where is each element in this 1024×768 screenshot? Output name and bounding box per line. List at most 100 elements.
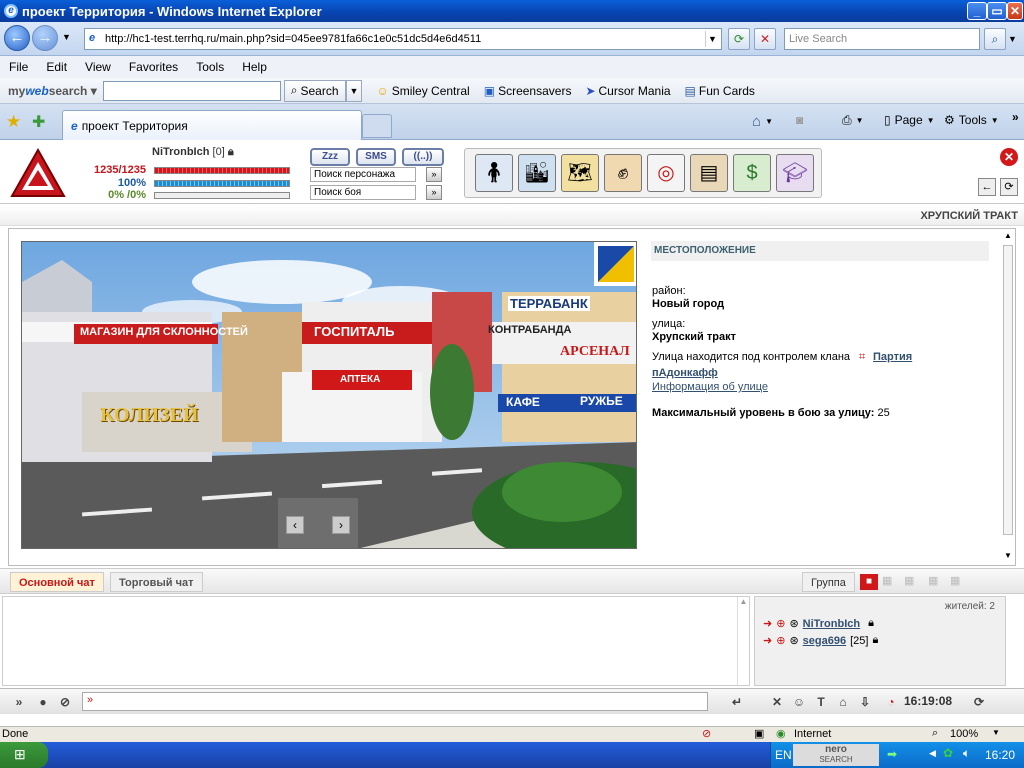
character-icon[interactable]: 🧍︎ xyxy=(475,154,513,192)
target-icon[interactable]: ◎ xyxy=(647,154,685,192)
info-icon[interactable]: ⊕ xyxy=(776,617,785,630)
back-arrow-icon[interactable]: ← xyxy=(978,178,996,196)
battle-search-go-button[interactable]: » xyxy=(426,185,442,200)
language-indicator[interactable]: EN xyxy=(775,748,792,762)
volume-icon[interactable]: 🔈︎ xyxy=(963,746,970,761)
fun-cards-button[interactable]: ▤ Fun Cards xyxy=(685,84,755,98)
menu-favorites[interactable]: Favorites xyxy=(120,60,187,74)
sms-button[interactable]: SMS xyxy=(356,148,396,166)
close-window-button[interactable]: ✕ xyxy=(1007,2,1023,20)
search-go-icon[interactable]: ⌕ xyxy=(984,28,1006,50)
sign-cafe[interactable]: КАФЕ xyxy=(506,395,540,409)
menu-tools[interactable]: Tools xyxy=(187,60,233,74)
clock[interactable]: 16:20 xyxy=(985,748,1015,762)
tools-menu-button[interactable]: ⚙ Tools ▼ xyxy=(944,113,999,127)
fist-icon[interactable]: ✊︎ xyxy=(604,154,642,192)
send-icon[interactable]: ↵ xyxy=(728,693,746,711)
location-scrollbar[interactable]: ▲ ▼ xyxy=(1002,231,1014,563)
start-button[interactable]: ⊞ xyxy=(0,742,48,768)
chat-bubble-icon[interactable]: ■ xyxy=(860,574,878,590)
menu-view[interactable]: View xyxy=(76,60,120,74)
person-search-input[interactable]: Поиск персонажа xyxy=(310,167,416,182)
toolbar-search-input[interactable] xyxy=(102,80,281,101)
back-button[interactable]: ← xyxy=(4,25,30,51)
forward-button[interactable]: → xyxy=(32,25,58,51)
smiley-central-button[interactable]: ☺ Smiley Central xyxy=(376,84,469,98)
sign-shop[interactable]: МАГАЗИН ДЛЯ СКЛОННОСТЕЙ xyxy=(80,326,248,338)
chat-message-input[interactable]: » xyxy=(82,692,708,711)
sign-hospital[interactable]: ГОСПИТАЛЬ xyxy=(314,324,395,339)
map-icon[interactable]: 🗺︎ xyxy=(561,154,599,192)
address-input[interactable]: e http://hc1-test.terrhq.ru/main.php?sid… xyxy=(84,28,722,50)
home-button[interactable]: ⌂ ▼ xyxy=(752,113,773,130)
clear-icon[interactable]: ⊘ xyxy=(56,693,74,711)
screensavers-button[interactable]: ▣ Screensavers xyxy=(484,84,572,98)
menu-edit[interactable]: Edit xyxy=(37,60,76,74)
menu-help[interactable]: Help xyxy=(233,60,276,74)
city-icon[interactable]: 🏙︎ xyxy=(518,154,556,192)
street-scene-image[interactable]: МАГАЗИН ДЛЯ СКЛОННОСТЕЙ КОЛИЗЕЙ ГОСПИТАЛ… xyxy=(21,241,637,549)
academy-icon[interactable]: 🎓︎ xyxy=(776,154,814,192)
minimize-button[interactable]: _ xyxy=(967,2,987,20)
close-chat-icon[interactable]: ✕ xyxy=(768,693,786,711)
chat-messages[interactable]: ▲ xyxy=(2,596,750,686)
print-button[interactable]: ⎙ ▼ xyxy=(842,113,864,128)
sign-contraband[interactable]: КОНТРАБАНДА xyxy=(488,324,571,336)
exit-icon[interactable]: ✕ xyxy=(1000,148,1018,166)
page-menu-button[interactable]: ▯ Page ▼ xyxy=(884,113,935,127)
save-chat-icon[interactable]: ⇩ xyxy=(856,693,874,711)
toolbar-overflow-icon[interactable]: » xyxy=(1012,110,1019,124)
search-options-icon[interactable]: ▼ xyxy=(1008,34,1017,44)
translit-icon[interactable]: T xyxy=(812,693,830,711)
new-tab-button[interactable] xyxy=(362,114,392,138)
private-msg-icon[interactable]: ➜ xyxy=(763,617,772,630)
favorites-star-icon[interactable]: ★ xyxy=(6,112,21,132)
tray-arrow-icon[interactable]: ➡ xyxy=(887,747,897,761)
tab-trade-chat[interactable]: Торговый чат xyxy=(110,572,203,592)
scene-next-icon[interactable]: › xyxy=(332,516,350,534)
info-icon[interactable]: ⊕ xyxy=(776,634,785,647)
maximize-button[interactable]: ▭ xyxy=(987,2,1007,20)
player-name[interactable]: NiTronbIch [0] 🔒︎ xyxy=(152,146,234,159)
user-icon[interactable]: ● xyxy=(34,693,52,711)
address-dropdown-icon[interactable]: ▼ xyxy=(705,31,719,47)
reload-icon[interactable]: ⟳ xyxy=(1000,178,1018,196)
user-name[interactable]: NiTronbIch xyxy=(803,618,860,630)
refresh-button[interactable]: ⟳ xyxy=(728,28,750,50)
tab-proekt-territoriya[interactable]: e проект Территория xyxy=(62,110,362,140)
clan-link[interactable]: Партия xyxy=(873,351,912,363)
group-button[interactable]: ((..)) xyxy=(402,148,444,166)
live-search-input[interactable]: Live Search xyxy=(784,28,980,50)
smile-icon[interactable]: ☺ xyxy=(790,693,808,711)
toolbar-search-dropdown-icon[interactable]: ▼ xyxy=(345,79,363,102)
filter-icon-2[interactable]: ▦ xyxy=(904,574,914,587)
zoom-level[interactable]: 100% xyxy=(950,728,978,740)
filter-icon-1[interactable]: ▦ xyxy=(882,574,892,587)
sign-koliseum[interactable]: КОЛИЗЕЙ xyxy=(100,404,198,427)
street-info-link[interactable]: Информация об улице xyxy=(652,381,768,393)
private-msg-icon[interactable]: ➜ xyxy=(763,634,772,647)
tray-app-icon[interactable]: ✿ xyxy=(943,746,953,760)
stop-button[interactable]: ✕ xyxy=(754,28,776,50)
sign-pharmacy[interactable]: АПТЕКА xyxy=(340,374,380,385)
zoom-dropdown-icon[interactable]: ▼ xyxy=(992,728,1000,737)
history-dropdown-icon[interactable]: ▼ xyxy=(62,32,71,42)
forward-icon[interactable]: » xyxy=(10,693,28,711)
toolbar-search-button[interactable]: ⌕ Search xyxy=(283,79,346,102)
add-favorite-icon[interactable]: ✚ xyxy=(32,112,45,132)
sign-bank[interactable]: ТЕРРАБАНК xyxy=(508,296,590,311)
scene-prev-icon[interactable]: ‹ xyxy=(286,516,304,534)
sign-weapons[interactable]: РУЖЬЕ xyxy=(580,394,623,408)
sleep-button[interactable]: Zzz xyxy=(310,148,350,166)
menu-file[interactable]: File xyxy=(0,60,37,74)
tab-main-chat[interactable]: Основной чат xyxy=(10,572,104,592)
filter-icon-4[interactable]: ▦ xyxy=(950,574,960,587)
battle-search-input[interactable]: Поиск боя xyxy=(310,185,416,200)
sign-arsenal[interactable]: АРСЕНАЛ xyxy=(560,344,630,360)
person-search-go-button[interactable]: » xyxy=(426,167,442,182)
lock-chat-icon[interactable]: ⌂ xyxy=(834,693,852,711)
refresh-chat-icon[interactable]: ⟳ xyxy=(970,693,988,711)
filter-icon-3[interactable]: ▦ xyxy=(928,574,938,587)
nero-search-bar[interactable]: nero SEARCH xyxy=(793,744,879,766)
resources-icon[interactable]: ▤ xyxy=(690,154,728,192)
